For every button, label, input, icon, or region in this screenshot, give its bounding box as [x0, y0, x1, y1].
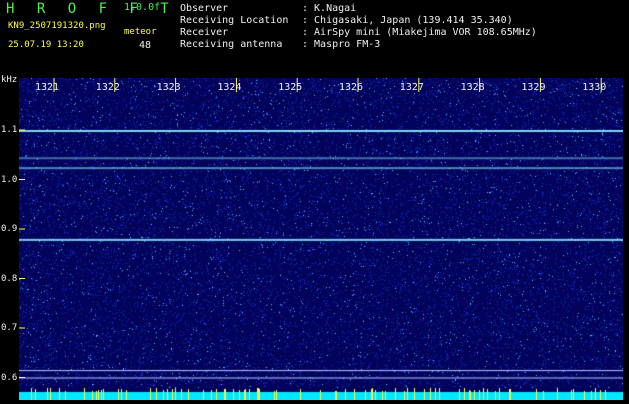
freq-tick-label: 1.1 [1, 125, 18, 135]
axis-unit-label: kHz [1, 75, 18, 85]
time-tick-label: 1329 [521, 82, 545, 93]
time-tick-label: 1321 [35, 82, 59, 93]
time-tick-label: 1322 [96, 82, 120, 93]
freq-tick-label: 1.0 [1, 174, 18, 185]
time-tick-label: 1327 [400, 82, 424, 93]
time-tick-label: 1325 [278, 82, 302, 93]
info-value-location: : Chigasaki, Japan (139.414 35.340) [302, 15, 513, 26]
info-key-observer: Observer [180, 3, 229, 14]
time-tick-label: 1324 [217, 82, 241, 93]
time-tick-label: 1330 [582, 82, 606, 93]
freq-tick-label: 0.9 [1, 224, 18, 234]
info-key-antenna: Receiving antenna [180, 39, 283, 50]
date-time: 25.07.19 13:20 [8, 40, 84, 50]
header-panel: H R O F F T 1.0.0f KN9_2507191320.png me… [0, 0, 629, 76]
info-key-location: Receiving Location [180, 15, 289, 26]
freq-tick-label: 0.6 [1, 372, 18, 383]
file-name: KN9_2507191320.png [8, 21, 106, 31]
meteor-label: meteor [124, 27, 157, 37]
time-tick-label: 1328 [461, 82, 485, 93]
app-version: 1.0.0f [124, 2, 161, 13]
info-value-observer: : K.Nagai [302, 3, 357, 14]
meteor-count: 48 [139, 40, 152, 51]
spectrogram[interactable]: 1321 1322 1323 1324 1325 1326 1327 1328 1329 1330 [19, 78, 623, 400]
time-bins-overlay: 1321 1322 1323 1324 1325 1326 1327 1328 1329 1330 [19, 78, 606, 378]
freq-tick-label: 0.8 [1, 273, 18, 284]
info-value-antenna: : Maspro FM-3 [302, 39, 381, 50]
time-tick-label: 1323 [157, 82, 181, 93]
info-key-receiver: Receiver [180, 27, 229, 38]
time-tick-label: 1326 [339, 82, 363, 93]
info-value-receiver: : AirSpy mini (Miakejima VOR 108.65MHz) [302, 27, 537, 38]
freq-tick-label: 0.7 [1, 323, 18, 333]
